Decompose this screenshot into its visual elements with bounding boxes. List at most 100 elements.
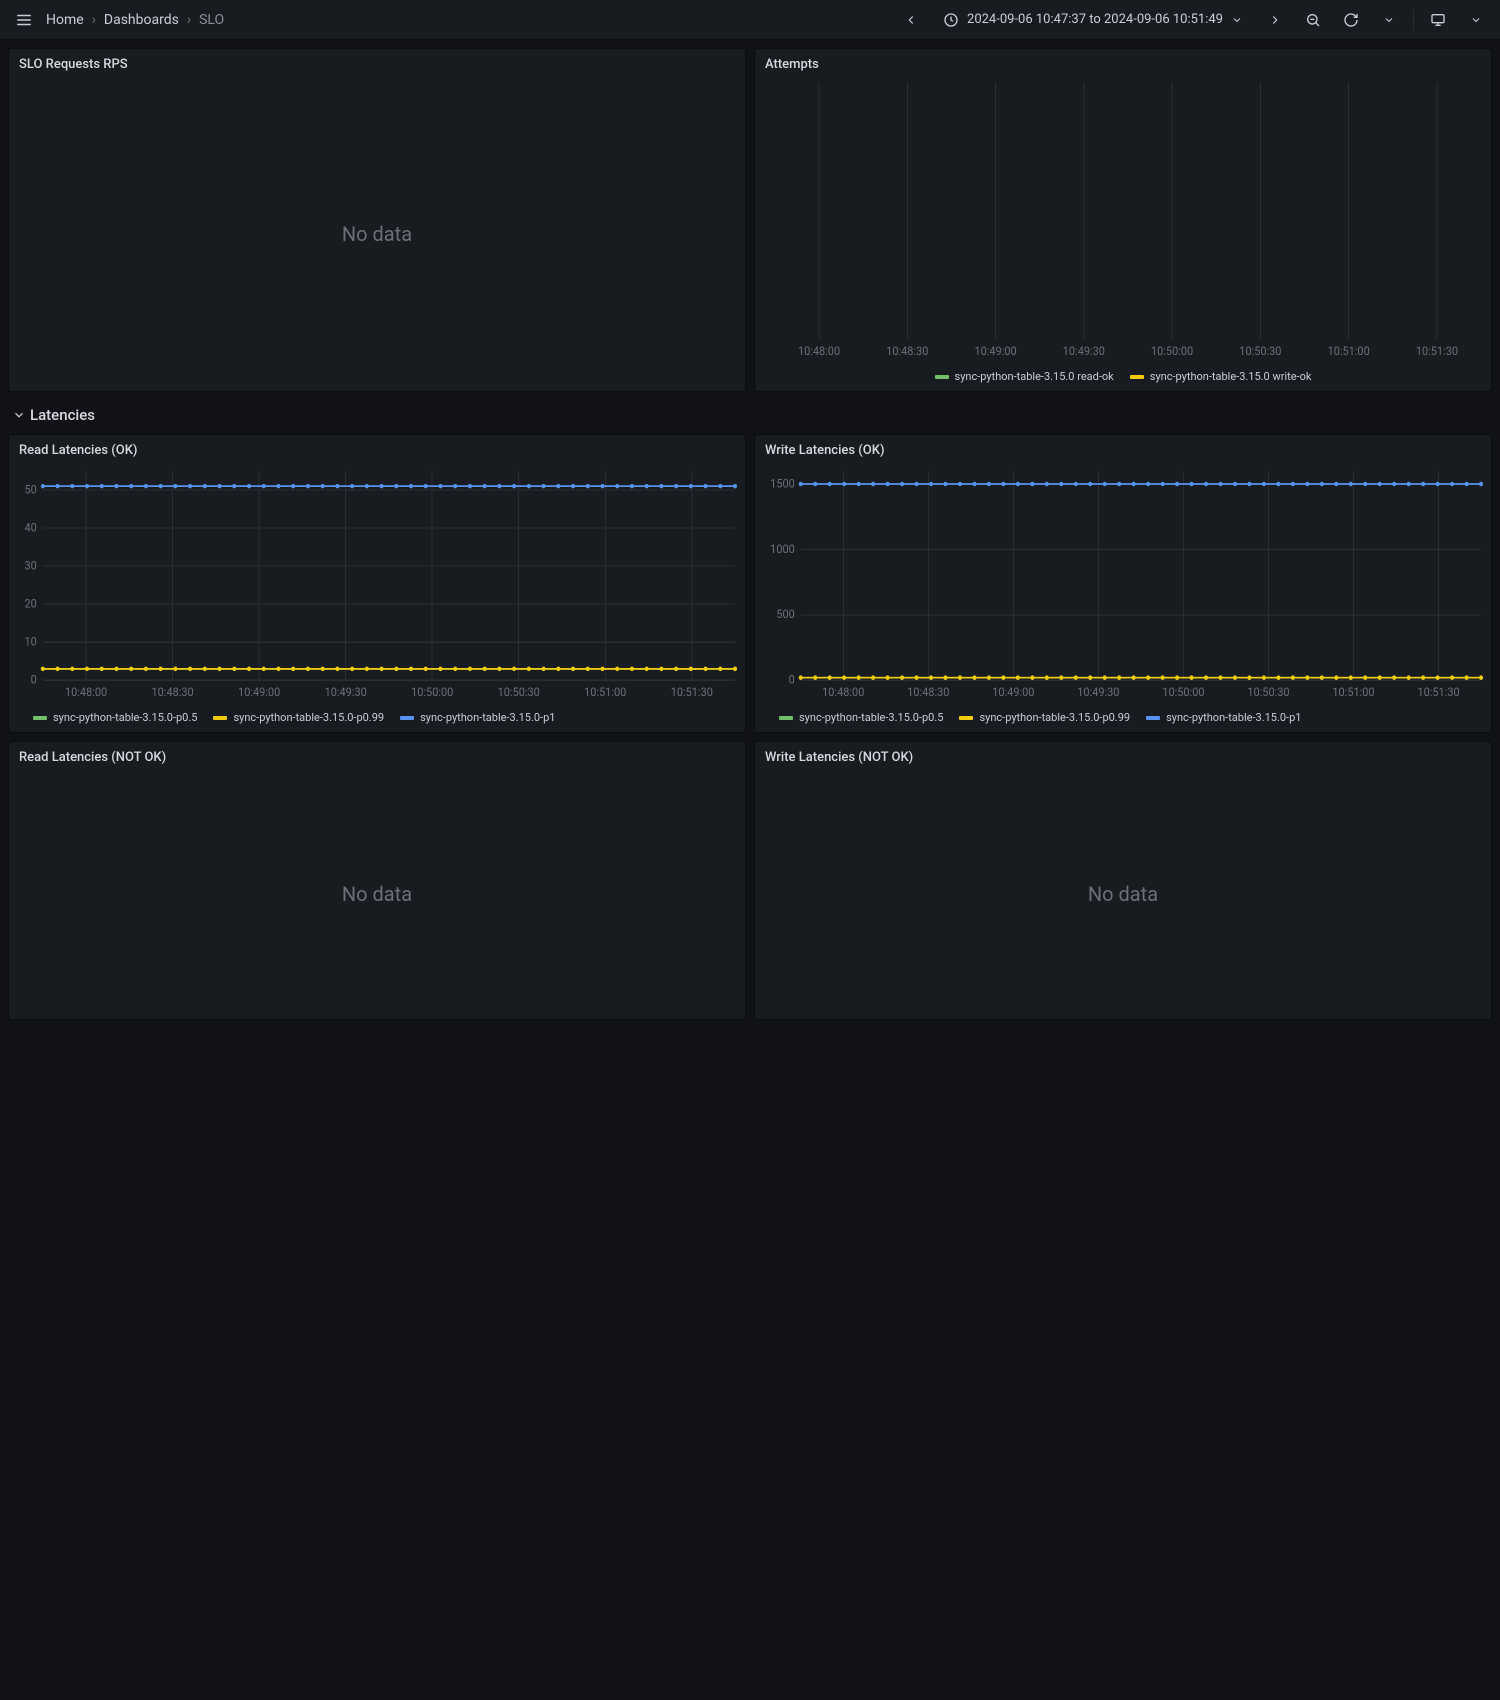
breadcrumb: Home › Dashboards › SLO [46, 12, 224, 28]
topbar: Home › Dashboards › SLO 2024-09-06 10:47… [0, 0, 1500, 40]
row-header-latencies[interactable]: Latencies [8, 404, 1492, 426]
legend-swatch [213, 716, 227, 720]
svg-text:10:49:00: 10:49:00 [992, 684, 1034, 699]
svg-text:10:48:00: 10:48:00 [798, 343, 840, 358]
chevron-down-icon [1383, 14, 1395, 26]
legend-label: sync-python-table-3.15.0-p0.99 [233, 711, 384, 724]
legend-label: sync-python-table-3.15.0-p1 [1166, 711, 1301, 724]
svg-text:10:50:00: 10:50:00 [1162, 684, 1204, 699]
panel-slo-rps[interactable]: SLO Requests RPS No data [8, 48, 746, 392]
monitor-icon [1430, 12, 1446, 28]
panel-attempts[interactable]: Attempts 10:48:0010:48:3010:49:0010:49:3… [754, 48, 1492, 392]
chart-legend: sync-python-table-3.15.0 read-ok sync-pyt… [755, 366, 1491, 391]
svg-text:10:50:00: 10:50:00 [1151, 343, 1193, 358]
breadcrumb-sep: › [187, 12, 191, 28]
svg-text:10:51:00: 10:51:00 [1332, 684, 1374, 699]
legend-label: sync-python-table-3.15.0-p0.99 [979, 711, 1130, 724]
panel-read-nok[interactable]: Read Latencies (NOT OK) No data [8, 741, 746, 1020]
legend-label: sync-python-table-3.15.0-p0.5 [799, 711, 943, 724]
legend-item[interactable]: sync-python-table-3.15.0-p0.5 [33, 711, 197, 724]
svg-text:1500: 1500 [770, 476, 795, 491]
legend-item[interactable]: sync-python-table-3.15.0-p0.5 [779, 711, 943, 724]
svg-text:10:51:30: 10:51:30 [671, 684, 713, 699]
legend-item[interactable]: sync-python-table-3.15.0 write-ok [1130, 370, 1312, 383]
legend-item[interactable]: sync-python-table-3.15.0-p1 [1146, 711, 1301, 724]
menu-icon [15, 11, 33, 29]
legend-swatch [1146, 716, 1160, 720]
row-header-label: Latencies [30, 406, 95, 424]
panel-write-ok[interactable]: Write Latencies (OK) 05001000150010:48:0… [754, 434, 1492, 733]
zoom-out-button[interactable] [1297, 4, 1329, 36]
dashboard-content: SLO Requests RPS No data Attempts 10:48:… [0, 40, 1500, 1028]
time-range-label: 2024-09-06 10:47:37 to 2024-09-06 10:51:… [967, 12, 1223, 27]
clock-icon [943, 12, 959, 28]
menu-toggle-button[interactable] [8, 4, 40, 36]
topbar-divider [1413, 9, 1414, 31]
legend-swatch [1130, 375, 1144, 379]
breadcrumb-home[interactable]: Home [46, 12, 84, 28]
svg-text:10: 10 [25, 634, 37, 649]
svg-text:10:51:00: 10:51:00 [584, 684, 626, 699]
svg-text:0: 0 [789, 672, 795, 687]
no-data-label: No data [9, 769, 745, 1019]
legend-label: sync-python-table-3.15.0 read-ok [955, 370, 1114, 383]
legend-label: sync-python-table-3.15.0-p0.5 [53, 711, 197, 724]
legend-label: sync-python-table-3.15.0-p1 [420, 711, 555, 724]
panel-read-ok[interactable]: Read Latencies (OK) 0102030405010:48:001… [8, 434, 746, 733]
legend-swatch [959, 716, 973, 720]
chart-read-ok: 0102030405010:48:0010:48:3010:49:0010:49… [9, 462, 745, 707]
breadcrumb-current: SLO [199, 12, 224, 28]
panel-title: Write Latencies (NOT OK) [755, 742, 1491, 769]
chevron-down-icon [1231, 14, 1243, 26]
dashboard-row-1: SLO Requests RPS No data Attempts 10:48:… [8, 48, 1492, 392]
svg-text:30: 30 [25, 558, 37, 573]
refresh-icon [1343, 12, 1359, 28]
panel-title: Read Latencies (OK) [9, 435, 745, 462]
svg-text:10:49:00: 10:49:00 [974, 343, 1016, 358]
chart-legend: sync-python-table-3.15.0-p0.5 sync-python… [755, 707, 1491, 732]
refresh-button[interactable] [1335, 4, 1367, 36]
legend-item[interactable]: sync-python-table-3.15.0 read-ok [935, 370, 1114, 383]
svg-text:10:49:30: 10:49:30 [325, 684, 367, 699]
legend-swatch [33, 716, 47, 720]
panel-title: Read Latencies (NOT OK) [9, 742, 745, 769]
view-mode-menu-button[interactable] [1460, 4, 1492, 36]
no-data-label: No data [755, 769, 1491, 1019]
svg-text:0: 0 [31, 672, 37, 687]
time-range-next-button[interactable] [1259, 4, 1291, 36]
legend-swatch [400, 716, 414, 720]
chevron-down-icon [12, 408, 26, 422]
chevron-left-icon [904, 13, 918, 27]
legend-item[interactable]: sync-python-table-3.15.0-p0.99 [213, 711, 384, 724]
zoom-out-icon [1305, 12, 1321, 28]
svg-text:10:48:30: 10:48:30 [152, 684, 194, 699]
time-range-prev-button[interactable] [895, 4, 927, 36]
svg-text:10:48:00: 10:48:00 [822, 684, 864, 699]
svg-text:10:48:30: 10:48:30 [907, 684, 949, 699]
view-mode-button[interactable] [1422, 4, 1454, 36]
panel-write-nok[interactable]: Write Latencies (NOT OK) No data [754, 741, 1492, 1020]
refresh-interval-button[interactable] [1373, 4, 1405, 36]
dashboard-row-2: Read Latencies (OK) 0102030405010:48:001… [8, 434, 1492, 733]
svg-text:10:49:00: 10:49:00 [238, 684, 280, 699]
time-range-picker[interactable]: 2024-09-06 10:47:37 to 2024-09-06 10:51:… [933, 4, 1253, 36]
panel-title: Write Latencies (OK) [755, 435, 1491, 462]
legend-label: sync-python-table-3.15.0 write-ok [1150, 370, 1312, 383]
svg-text:10:48:00: 10:48:00 [65, 684, 107, 699]
breadcrumb-dashboards[interactable]: Dashboards [104, 12, 179, 28]
chart-legend: sync-python-table-3.15.0-p0.5 sync-python… [9, 707, 745, 732]
svg-text:10:48:30: 10:48:30 [886, 343, 928, 358]
svg-text:10:51:30: 10:51:30 [1417, 684, 1459, 699]
svg-text:50: 50 [25, 482, 37, 497]
chevron-down-icon [1470, 14, 1482, 26]
panel-title: SLO Requests RPS [9, 49, 745, 76]
chevron-right-icon [1268, 13, 1282, 27]
legend-item[interactable]: sync-python-table-3.15.0-p0.99 [959, 711, 1130, 724]
svg-text:10:49:30: 10:49:30 [1077, 684, 1119, 699]
legend-item[interactable]: sync-python-table-3.15.0-p1 [400, 711, 555, 724]
svg-text:10:50:30: 10:50:30 [498, 684, 540, 699]
legend-swatch [935, 375, 949, 379]
svg-text:10:50:00: 10:50:00 [411, 684, 453, 699]
svg-text:1000: 1000 [770, 541, 795, 556]
svg-text:10:50:30: 10:50:30 [1239, 343, 1281, 358]
